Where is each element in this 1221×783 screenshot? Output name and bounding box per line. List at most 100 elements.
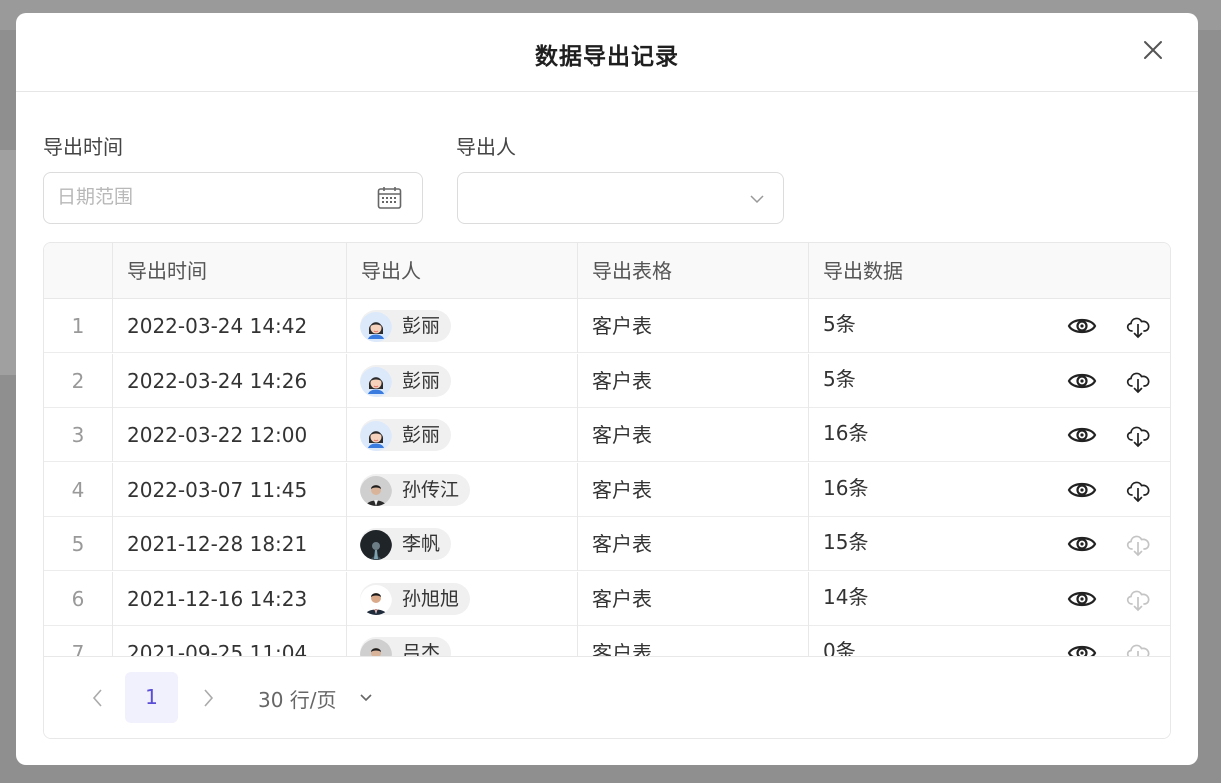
chevron-right-icon[interactable] — [198, 685, 218, 711]
export-time-label: 导出时间 — [43, 135, 123, 159]
row-data-count: 0条 — [808, 626, 1170, 656]
row-exporter: 孙旭旭 — [346, 571, 577, 626]
row-data-count: 5条 — [808, 353, 1170, 408]
row-exporter: 彭丽 — [346, 408, 577, 462]
row-data-count: 14条 — [808, 571, 1170, 626]
eye-icon[interactable] — [1067, 477, 1097, 503]
cloud-download-icon[interactable] — [1123, 368, 1153, 394]
avatar — [360, 583, 392, 615]
eye-icon[interactable] — [1067, 422, 1097, 448]
chevron-left-icon[interactable] — [88, 685, 108, 711]
user-chip[interactable]: 孙旭旭 — [360, 582, 471, 615]
page-button-current[interactable]: 1 — [125, 672, 178, 723]
table-header: 导出时间 导出人 导出表格 导出数据 — [44, 243, 1170, 299]
row-exporter: 彭丽 — [346, 353, 577, 408]
cloud-download-icon[interactable] — [1123, 477, 1153, 503]
user-chip[interactable]: 孙传江 — [360, 473, 471, 506]
data-count-text: 0条 — [823, 639, 856, 656]
table-row: 1 2022-03-24 14:42 彭丽 客户表 5条 — [44, 299, 1170, 353]
row-exporter: 孙传江 — [346, 462, 577, 517]
user-chip[interactable]: 彭丽 — [360, 310, 452, 342]
page-size-select[interactable]: 30 行/页 — [258, 684, 337, 713]
row-index: 1 — [71, 314, 85, 338]
avatar — [360, 365, 392, 397]
eye-icon[interactable] — [1067, 313, 1097, 339]
row-export-time: 2022-03-07 11:45 — [112, 462, 346, 517]
row-index: 5 — [71, 532, 85, 556]
chevron-down-icon[interactable] — [358, 690, 374, 706]
avatar — [360, 637, 392, 656]
row-export-time: 2022-03-22 12:00 — [112, 408, 346, 462]
eye-icon[interactable] — [1067, 531, 1097, 557]
user-name: 彭丽 — [402, 424, 441, 446]
table-row: 4 2022-03-07 11:45 孙传江 客户表 16条 — [44, 462, 1170, 517]
cloud-download-icon — [1123, 531, 1153, 557]
avatar — [360, 474, 392, 506]
cloud-download-icon — [1123, 640, 1153, 656]
user-name: 彭丽 — [402, 369, 441, 392]
row-index: 2 — [71, 368, 85, 393]
user-chip[interactable]: 吕杰 — [360, 637, 452, 656]
background-panel — [0, 150, 16, 375]
date-range-input[interactable] — [43, 172, 423, 224]
user-chip[interactable]: 李帆 — [360, 528, 452, 560]
data-count-text: 16条 — [823, 421, 869, 445]
user-chip[interactable]: 彭丽 — [360, 419, 452, 451]
row-data-count: 16条 — [808, 462, 1170, 517]
avatar — [360, 310, 392, 342]
row-index: 7 — [71, 641, 85, 656]
avatar — [360, 528, 392, 560]
row-export-time: 2022-03-24 14:26 — [112, 353, 346, 408]
table-body: 1 2022-03-24 14:42 彭丽 客户表 5条 2 2022-03-24 14:2… — [44, 299, 1170, 656]
export-records-modal: 数据导出记录 导出时间 导出人 导出时间 导出人 导出表格 — [16, 13, 1198, 765]
modal-title: 数据导出记录 — [535, 44, 679, 70]
exporter-label: 导出人 — [456, 135, 516, 159]
table-row: 2 2022-03-24 14:26 彭丽 客户表 5条 — [44, 353, 1170, 408]
row-sheet: 客户表 — [577, 408, 808, 462]
cloud-download-icon[interactable] — [1123, 313, 1153, 339]
avatar — [360, 419, 392, 451]
user-name: 彭丽 — [402, 315, 441, 337]
data-count-text: 16条 — [823, 475, 869, 500]
calendar-icon[interactable] — [377, 186, 402, 210]
export-records-table: 导出时间 导出人 导出表格 导出数据 1 2022-03-24 14:42 彭丽 客户… — [43, 242, 1171, 739]
row-export-time: 2021-09-25 11:04 — [112, 626, 346, 656]
row-sheet: 客户表 — [577, 517, 808, 571]
eye-icon[interactable] — [1067, 368, 1097, 394]
date-range-field[interactable] — [57, 186, 357, 208]
user-name: 孙旭旭 — [402, 587, 460, 610]
row-data-count: 5条 — [808, 299, 1170, 353]
column-header-time: 导出时间 — [112, 243, 346, 299]
row-sheet: 客户表 — [577, 626, 808, 656]
row-export-time: 2022-03-24 14:42 — [112, 299, 346, 353]
eye-icon[interactable] — [1067, 640, 1097, 656]
pagination: 1 30 行/页 — [44, 656, 1170, 738]
row-exporter: 吕杰 — [346, 626, 577, 656]
row-index: 3 — [71, 423, 85, 447]
cloud-download-icon[interactable] — [1123, 422, 1153, 448]
column-header-data: 导出数据 — [808, 243, 1170, 299]
eye-icon[interactable] — [1067, 586, 1097, 612]
data-count-text: 15条 — [823, 530, 869, 554]
table-row: 3 2022-03-22 12:00 彭丽 客户表 16条 — [44, 408, 1170, 462]
chevron-down-icon[interactable] — [749, 192, 765, 206]
row-sheet: 客户表 — [577, 462, 808, 517]
cloud-download-icon — [1123, 586, 1153, 612]
user-name: 孙传江 — [402, 478, 460, 501]
user-name: 李帆 — [402, 533, 441, 555]
data-count-text: 14条 — [823, 584, 869, 609]
exporter-select[interactable] — [457, 172, 784, 224]
row-data-count: 16条 — [808, 408, 1170, 462]
row-data-count: 15条 — [808, 517, 1170, 571]
user-chip[interactable]: 彭丽 — [360, 364, 452, 397]
column-header-index — [44, 243, 112, 299]
row-export-time: 2021-12-28 18:21 — [112, 517, 346, 571]
column-header-user: 导出人 — [346, 243, 577, 299]
row-export-time: 2021-12-16 14:23 — [112, 571, 346, 626]
row-sheet: 客户表 — [577, 571, 808, 626]
close-icon[interactable] — [1142, 39, 1164, 61]
row-sheet: 客户表 — [577, 353, 808, 408]
row-index: 4 — [71, 477, 85, 502]
row-index: 6 — [71, 586, 85, 611]
column-header-sheet: 导出表格 — [577, 243, 808, 299]
